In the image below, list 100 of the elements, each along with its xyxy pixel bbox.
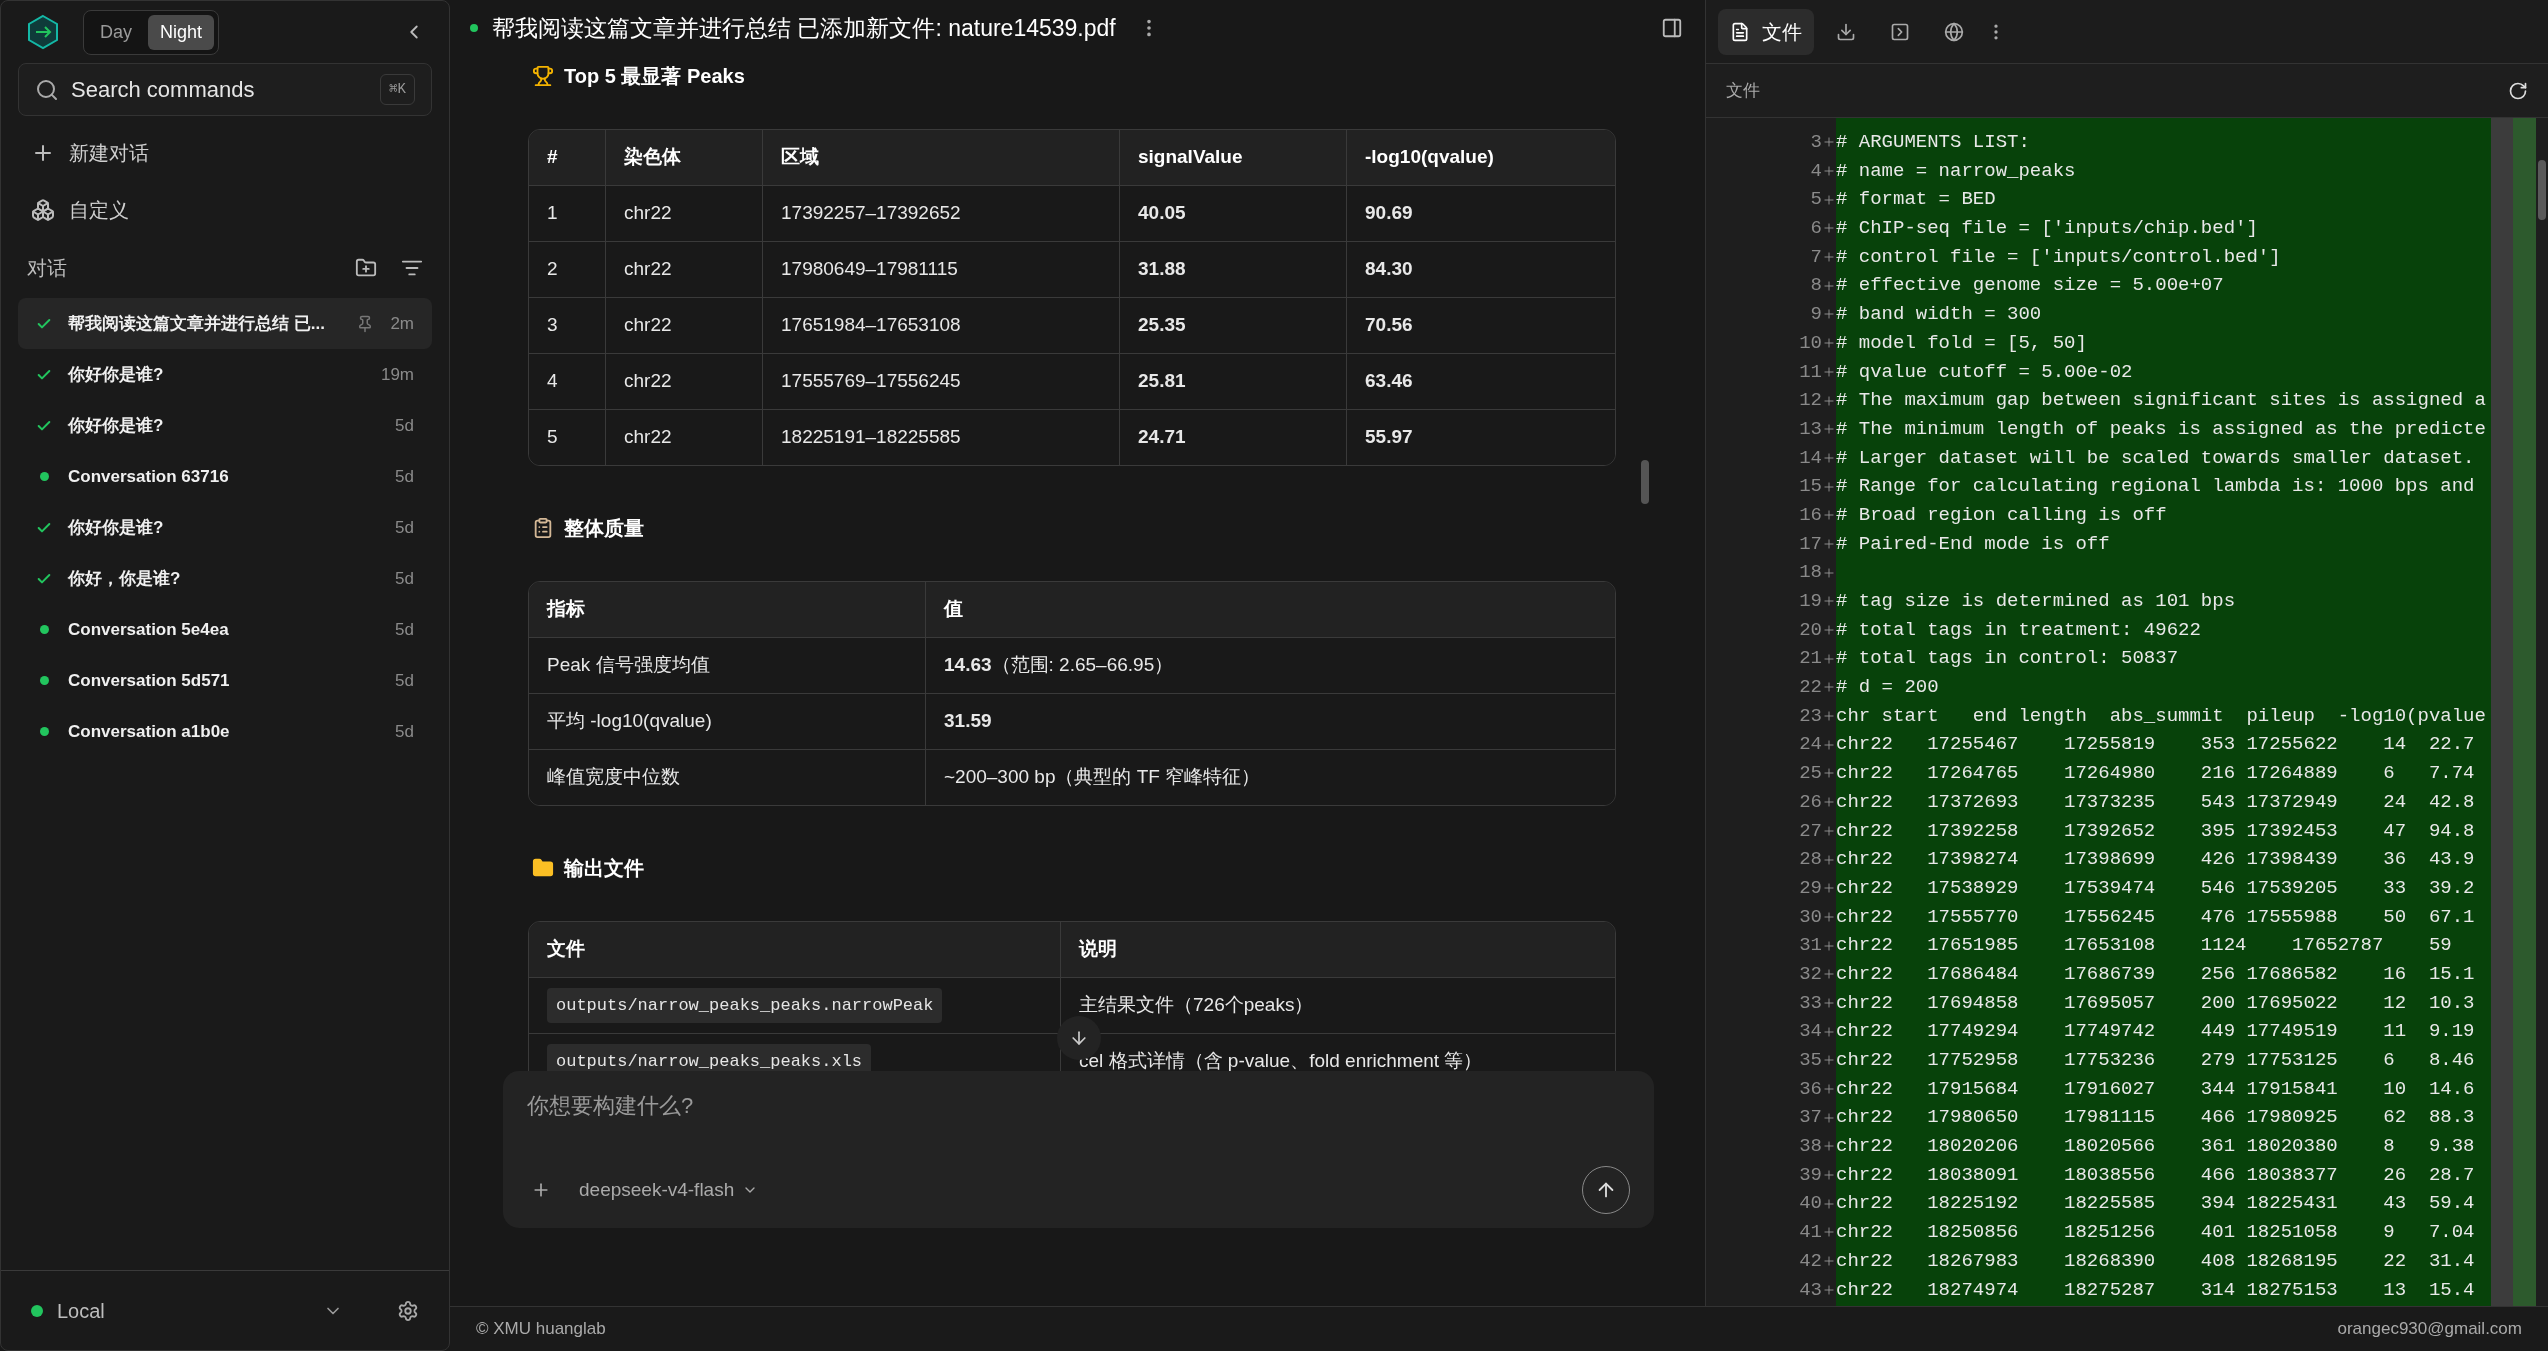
- conversation-title: 你好你是谁?: [68, 363, 165, 386]
- table-cell-text: 18225191–18225585: [781, 425, 961, 450]
- table-cell-text: chr22: [624, 201, 672, 226]
- conversation-item[interactable]: 你好，你是谁? 5d: [18, 553, 432, 604]
- line-number: 40: [1798, 1191, 1822, 1217]
- line-number: 23: [1798, 703, 1822, 729]
- table-cell-text: 25.35: [1138, 313, 1186, 338]
- line-number: 10: [1798, 330, 1822, 356]
- line-number: 17: [1798, 531, 1822, 557]
- download-icon: [1836, 21, 1856, 42]
- table-cell-text: 84.30: [1365, 257, 1413, 282]
- line-number: 22: [1798, 675, 1822, 701]
- refresh-icon[interactable]: [2508, 80, 2528, 101]
- table-cell-text: 平均 -log10(qvalue): [547, 709, 712, 734]
- table-cell-text: 峰值宽度中位数: [547, 765, 680, 790]
- message-composer[interactable]: 你想要构建什么? deepseek-v4-flash: [503, 1071, 1654, 1228]
- scrollbar-thumb[interactable]: [1641, 460, 1649, 504]
- section-heading: 输出文件: [564, 856, 644, 881]
- conversation-item[interactable]: Conversation a1b0e 5d: [18, 706, 432, 757]
- conversation-item[interactable]: Conversation 63716 5d: [18, 451, 432, 502]
- code-line: # effective genome size = 5.00e+07: [1836, 273, 2224, 299]
- panel-toggle-icon[interactable]: [1661, 17, 1683, 39]
- code-line: chr22 17264765 17264980 216 17264889 6 7.74: [1836, 761, 2475, 787]
- conversation-time: 5d: [395, 414, 414, 437]
- file-icon: [1730, 21, 1750, 42]
- conversation-title: Conversation 63716: [68, 465, 230, 488]
- folder-icon: [532, 857, 554, 879]
- theme-option[interactable]: Day: [88, 14, 144, 50]
- code-line: # tag size is determined as 101 bps: [1836, 589, 2236, 614]
- conversation-title: 你好你是谁?: [68, 516, 165, 539]
- sidebar-action[interactable]: 新建对话: [1, 124, 449, 181]
- message-input[interactable]: 你想要构建什么?: [527, 1089, 1630, 1133]
- conversation-title: Conversation 5d571: [68, 669, 231, 692]
- sidebar-action[interactable]: 自定义: [1, 181, 449, 238]
- conversation-item[interactable]: Conversation 5e4ea 5d: [18, 604, 432, 655]
- code-line: chr22 17538929 17539474 546 17539205 33 39.2: [1836, 875, 2475, 901]
- conversation-time: 5d: [395, 669, 414, 692]
- copyright-text: © XMU huanglab: [476, 1318, 606, 1341]
- line-number: 43: [1798, 1277, 1822, 1303]
- code-line: # Range for calculating regional lambda is: 1000 bps and: [1836, 474, 2475, 500]
- theme-option[interactable]: Night: [148, 14, 215, 50]
- scrollbar-thumb[interactable]: [2538, 160, 2546, 220]
- settings-icon[interactable]: [397, 1299, 419, 1322]
- line-number: 36: [1798, 1076, 1822, 1102]
- table-cell-text: 1: [547, 201, 558, 226]
- conversation-item[interactable]: Conversation 5d571 5d: [18, 655, 432, 706]
- table-cell-text: 17392257–17392652: [781, 201, 961, 226]
- conversation-item[interactable]: 你好你是谁? 5d: [18, 400, 432, 451]
- code-line: chr22 17398274 17398699 426 17398439 36 43.9: [1836, 847, 2475, 873]
- logo-icon: [25, 14, 61, 50]
- line-number: 21: [1798, 646, 1822, 672]
- code-line: # name = narrow_peaks: [1836, 158, 2076, 184]
- table-cell-text: 17555769–17556245: [781, 369, 961, 394]
- column-header: 文件: [547, 937, 585, 962]
- conversation-title: 帮我阅读这篇文章并进行总结 已...: [68, 312, 326, 335]
- line-number: 25: [1798, 761, 1822, 787]
- panel-tab[interactable]: 文件: [1718, 8, 1814, 55]
- folder-plus-icon[interactable]: [355, 257, 377, 279]
- table-cell-text: 70.56: [1365, 313, 1413, 338]
- code-line: chr22 17694858 17695057 200 17695022 12 10.3: [1836, 990, 2475, 1016]
- conversation-title: Conversation a1b0e: [68, 720, 231, 743]
- conversation-item[interactable]: 帮我阅读这篇文章并进行总结 已... 2m: [18, 298, 432, 349]
- search-input[interactable]: Search commands: [71, 73, 369, 106]
- search-field[interactable]: Search commands ⌘K: [18, 63, 432, 116]
- line-number: 37: [1798, 1105, 1822, 1131]
- model-selector[interactable]: deepseek-v4-flash: [579, 1175, 759, 1205]
- conversation-time: 5d: [395, 618, 414, 641]
- code-line: chr22 18267983 18268390 408 18268195 22 31.4: [1836, 1248, 2475, 1274]
- table-cell-text: 24.71: [1138, 425, 1186, 450]
- line-number: 27: [1798, 818, 1822, 844]
- section-title: 对话: [27, 256, 67, 281]
- line-number: 18: [1798, 560, 1822, 586]
- line-number: 35: [1798, 1048, 1822, 1073]
- code-line: chr22 17749294 17749742 449 17749519 11 9.19: [1836, 1019, 2475, 1045]
- code-line: # The minimum length of peaks is assigned as the predicte: [1836, 416, 2486, 442]
- conversation-item[interactable]: 你好你是谁? 19m: [18, 349, 432, 400]
- table-cell-text: 14.63（范围: 2.65–66.95）: [944, 653, 1174, 678]
- line-number: 13: [1798, 416, 1822, 442]
- code-line: chr22 17372693 17373235 543 17372949 24 42.8: [1836, 789, 2475, 815]
- terminal-icon: [1890, 21, 1910, 42]
- column-header: #: [547, 145, 558, 170]
- code-line: chr22 17255467 17255819 353 17255622 14 22.7: [1836, 732, 2475, 758]
- code-line: # format = BED: [1836, 187, 1996, 213]
- section-heading: 整体质量: [564, 516, 644, 541]
- code-line: chr22 17651985 17653108 1124 17652787 59: [1836, 933, 2452, 959]
- column-header: 指标: [547, 597, 585, 622]
- file-path: outputs/narrow_peaks_peaks.xls: [547, 1043, 872, 1071]
- conversation-time: 2m: [390, 312, 414, 335]
- table-cell-text: 17651984–17653108: [781, 313, 961, 338]
- column-header: 说明: [1079, 937, 1117, 962]
- line-number: 32: [1798, 961, 1822, 987]
- code-line: chr22 17686484 17686739 256 17686582 16 15.1: [1836, 961, 2475, 987]
- table-cell-text: 31.59: [944, 709, 992, 734]
- conversation-time: 5d: [395, 567, 414, 590]
- table-cell-text: chr22: [624, 313, 672, 338]
- code-line: chr22 17555770 17556245 476 17555988 50 67.1: [1836, 904, 2475, 930]
- line-number: 24: [1798, 732, 1822, 758]
- conversation-item[interactable]: 你好你是谁? 5d: [18, 502, 432, 553]
- conversation-time: 5d: [395, 720, 414, 743]
- line-number: 5: [1809, 187, 1822, 213]
